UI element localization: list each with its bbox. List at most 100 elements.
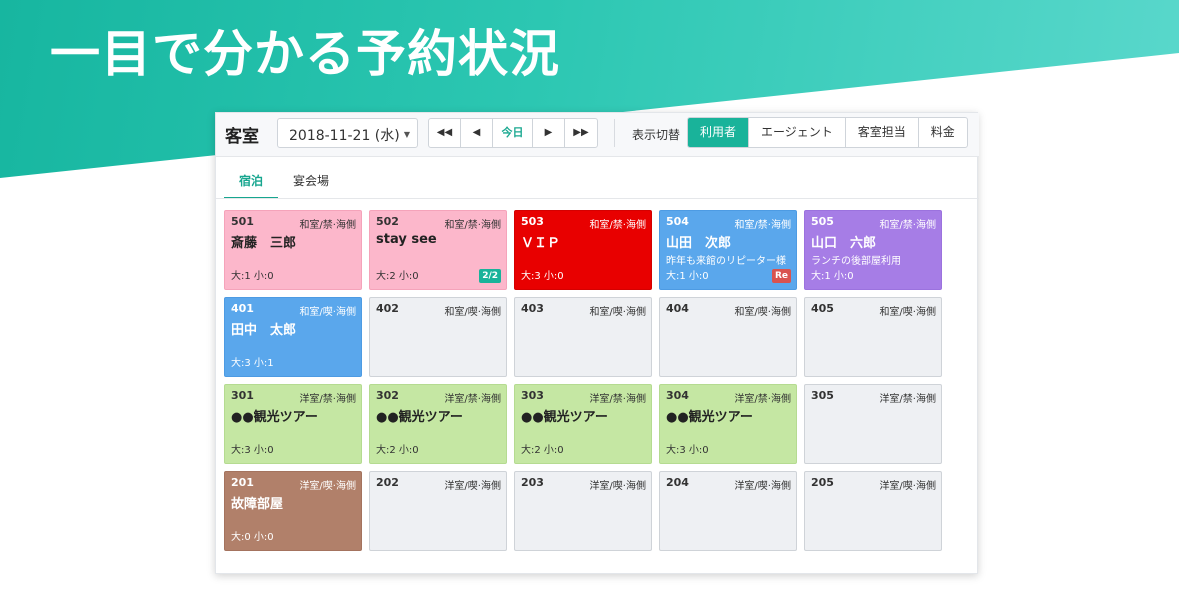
occupancy-count: 大:2 小:0 [376,445,419,456]
tab-lodging[interactable]: 宿泊 [224,169,279,199]
room-type: 和室/喫·海側 [299,307,356,318]
date-navigation: ◀◀ ◀ 今日 ▶ ▶▶ [428,118,598,148]
room-type: 洋室/禁·海側 [299,394,356,405]
room-card[interactable]: 403 和室/喫·海側 [514,297,652,377]
tab-banquet-hall[interactable]: 宴会場 [278,169,344,199]
divider [614,119,615,147]
room-type: 和室/禁·海側 [879,220,936,231]
room-number: 303 [521,389,544,402]
guest-name: 斎藤 三郎 [231,236,297,251]
room-number: 304 [666,389,689,402]
room-card[interactable]: 203 洋室/喫·海側 [514,471,652,551]
room-type: 洋室/禁·海側 [879,394,936,405]
room-number: 201 [231,476,254,489]
guest-name: stay see [376,232,437,247]
guest-name: ●●観光ツアー [231,410,318,425]
room-type: 洋室/喫·海側 [589,481,646,492]
room-card[interactable]: 504 和室/禁·海側 山田 次郎 昨年も来館のリピーター様 大:1 小:0 Re [659,210,797,290]
room-card[interactable]: 503 和室/禁·海側 ＶＩＰ 大:3 小:0 [514,210,652,290]
view-toggle-label: 表示切替 [632,128,681,142]
guest-name: ＶＩＰ [521,236,561,251]
room-card[interactable]: 501 和室/禁·海側 斎藤 三郎大:1 小:0 [224,210,362,290]
room-type: 和室/喫·海側 [589,307,646,318]
room-card[interactable]: 505 和室/禁·海側 山口 六郎ランチの後部屋利用 大:1 小:0 [804,210,942,290]
room-type: 洋室/禁·海側 [589,394,646,405]
room-type: 洋室/喫·海側 [299,481,356,492]
guest-name: ●●観光ツアー [666,410,753,425]
room-card[interactable]: 404 和室/喫·海側 [659,297,797,377]
room-card[interactable]: 401 和室/喫·海側 田中 太郎大:3 小:1 [224,297,362,377]
view-room-staff-button[interactable]: 客室担当 [846,118,919,147]
occupancy-count: 大:2 小:0 [521,445,564,456]
room-number: 501 [231,215,254,228]
room-card[interactable]: 205 洋室/喫·海側 [804,471,942,551]
room-type: 和室/喫·海側 [879,307,936,318]
first-page-button[interactable]: ◀◀ [429,119,461,147]
room-type: 和室/禁·海側 [444,220,501,231]
occupancy-count: 大:1 小:0 [231,271,274,282]
view-user-button[interactable]: 利用者 [688,118,750,147]
room-card[interactable]: 204 洋室/喫·海側 [659,471,797,551]
room-type: 和室/禁·海側 [589,220,646,231]
guest-name: 山口 六郎 [811,236,877,251]
room-number: 401 [231,302,254,315]
page-headline: 一目で分かる予約状況 [50,25,560,83]
occupancy-count: 大:1 小:0 [811,271,854,282]
today-button[interactable]: 今日 [493,119,533,147]
room-number: 502 [376,215,399,228]
room-type: 和室/禁·海側 [734,220,791,231]
room-card[interactable]: 305 洋室/禁·海側 [804,384,942,464]
room-card[interactable]: 502 和室/禁·海側 stay see 大:2 小:0 2/2 [369,210,507,290]
room-type: 洋室/喫·海側 [444,481,501,492]
room-card[interactable]: 303 洋室/禁·海側 ●●観光ツアー 大:2 小:0 [514,384,652,464]
room-number: 203 [521,476,544,489]
occupancy-count: 大:1 小:0 [666,271,709,282]
guest-name: 山田 次郎 [666,236,732,251]
room-status-panel: 客室 2018-11-21 (水) ▼ ◀◀ ◀ 今日 ▶ ▶▶ 表示切替 利用… [215,112,979,574]
room-number: 405 [811,302,834,315]
room-card[interactable]: 405 和室/喫·海側 [804,297,942,377]
guest-note: ランチの後部屋利用 [811,256,901,267]
occupancy-count: 大:3 小:0 [666,445,709,456]
room-number: 202 [376,476,399,489]
panel-title: 客室 [225,127,259,147]
caret-down-icon: ▼ [403,130,410,139]
room-number: 403 [521,302,544,315]
view-agent-button[interactable]: エージェント [749,118,846,147]
room-number: 505 [811,215,834,228]
room-type: 和室/喫·海側 [734,307,791,318]
guest-name: 故障部屋 [231,497,284,512]
view-toggle-group: 利用者 エージェント 客室担当 料金 [687,117,968,148]
occupancy-count: 大:2 小:0 [376,271,419,282]
room-type: 洋室/禁·海側 [444,394,501,405]
occupancy-count: 大:3 小:1 [231,358,274,369]
room-card[interactable]: 202 洋室/喫·海側 [369,471,507,551]
room-card[interactable]: 402 和室/喫·海側 [369,297,507,377]
room-number: 302 [376,389,399,402]
booking-count-badge: 2/2 [479,269,501,283]
room-number: 504 [666,215,689,228]
room-number: 204 [666,476,689,489]
toolbar: 客室 2018-11-21 (水) ▼ ◀◀ ◀ 今日 ▶ ▶▶ 表示切替 利用… [216,113,979,157]
room-card[interactable]: 302 洋室/禁·海側 ●●観光ツアー大:2 小:0 [369,384,507,464]
date-value: 2018-11-21 (水) [289,128,400,144]
room-type: 洋室/喫·海側 [734,481,791,492]
last-page-button[interactable]: ▶▶ [565,119,597,147]
room-card[interactable]: 304 洋室/禁·海側 ●●観光ツアー大:3 小:0 [659,384,797,464]
date-select[interactable]: 2018-11-21 (水) ▼ [277,118,418,148]
room-card[interactable]: 201 洋室/喫·海側 故障部屋 大:0 小:0 [224,471,362,551]
tab-bar: 宿泊 宴会場 [224,169,344,199]
room-number: 402 [376,302,399,315]
guest-name: 田中 太郎 [231,323,297,338]
occupancy-count: 大:3 小:0 [231,445,274,456]
room-type: 洋室/禁·海側 [734,394,791,405]
tab-divider [216,198,979,199]
view-price-button[interactable]: 料金 [919,118,967,147]
room-card[interactable]: 301 洋室/禁·海側 ●●観光ツアー大:3 小:0 [224,384,362,464]
guest-name: ●●観光ツアー [376,410,463,425]
room-type: 和室/禁·海側 [299,220,356,231]
next-day-button[interactable]: ▶ [533,119,565,147]
room-number: 301 [231,389,254,402]
prev-day-button[interactable]: ◀ [461,119,493,147]
room-number: 205 [811,476,834,489]
